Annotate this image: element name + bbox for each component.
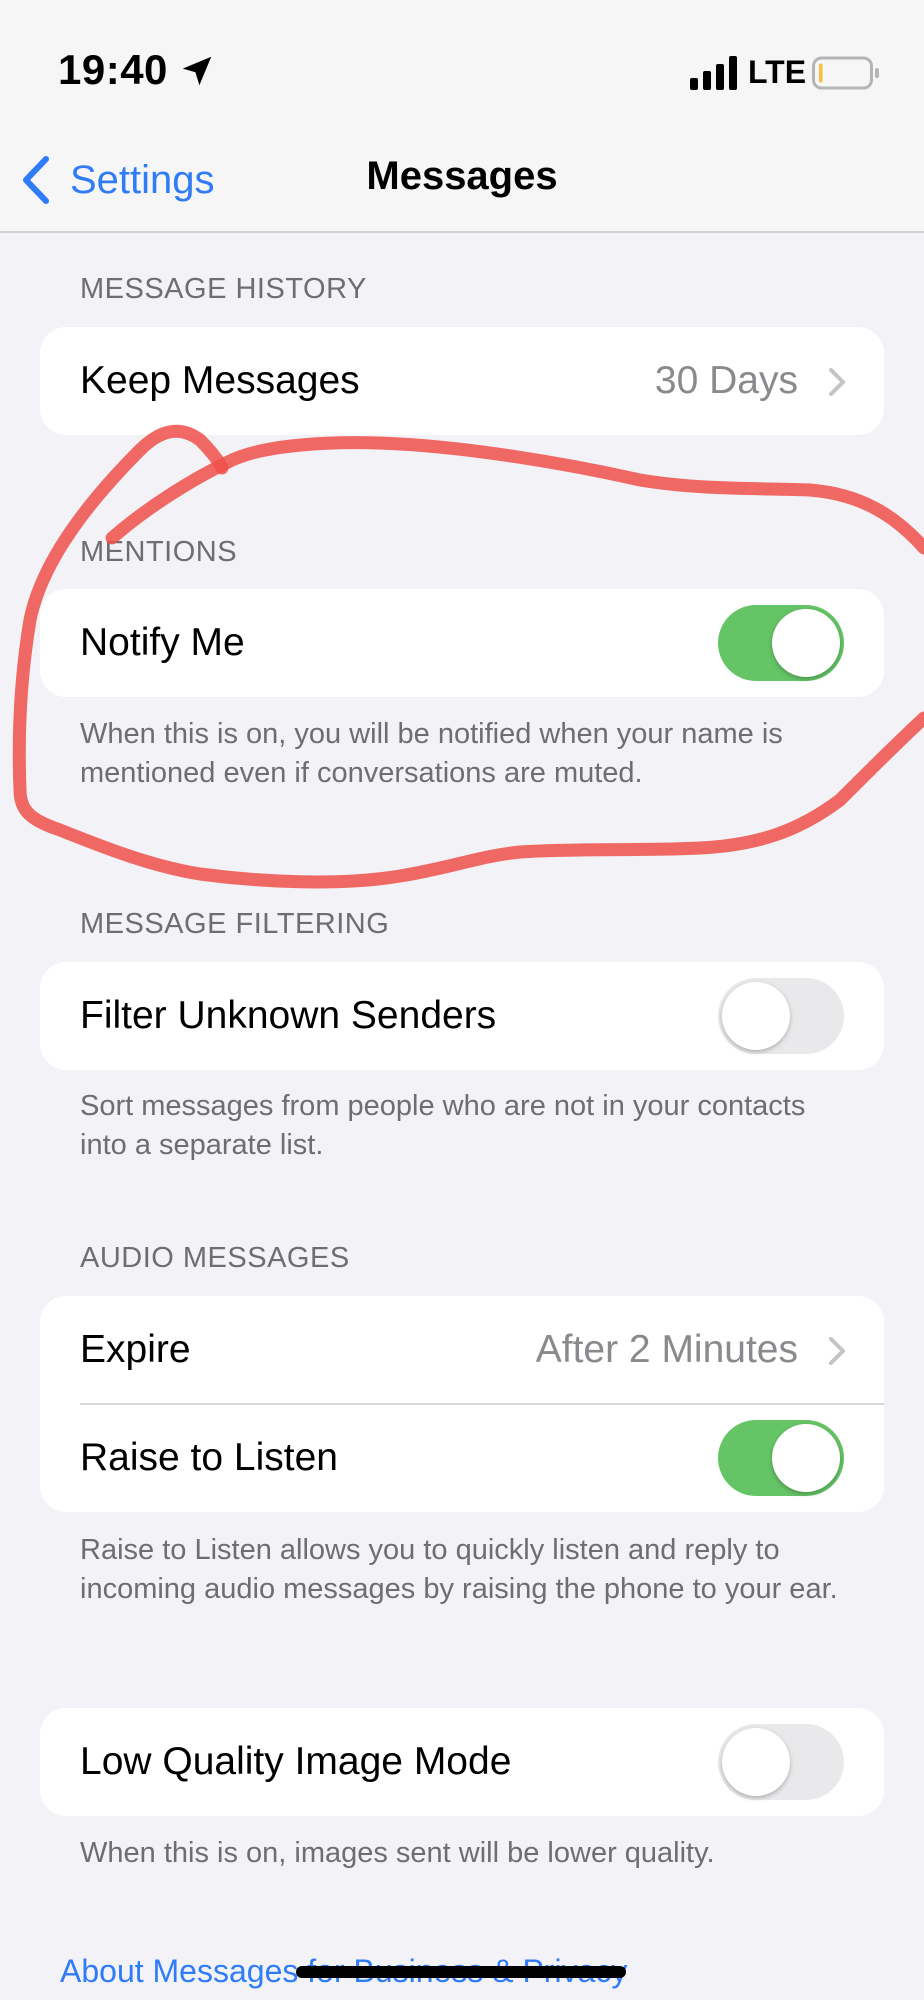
mentions-card: Notify Me (40, 589, 884, 697)
status-bar: 19:40 LTE (0, 0, 924, 130)
cellular-signal-icon (690, 56, 737, 90)
section-header-message-history: MESSAGE HISTORY (80, 273, 367, 305)
location-arrow-icon (182, 56, 212, 86)
audio-messages-card: Expire After 2 Minutes Raise to Listen (40, 1296, 884, 1512)
filter-unknown-senders-toggle[interactable] (718, 978, 844, 1054)
section-header-message-filtering: MESSAGE FILTERING (80, 908, 390, 940)
status-time: 19:40 (58, 46, 168, 93)
audio-messages-footer: Raise to Listen allows you to quickly li… (80, 1534, 838, 1605)
filter-unknown-senders-row: Filter Unknown Senders (40, 962, 884, 1070)
message-history-card: Keep Messages 30 Days (40, 327, 884, 435)
section-header-mentions: MENTIONS (80, 536, 238, 568)
notify-me-row: Notify Me (40, 589, 884, 697)
home-indicator (296, 1966, 626, 1978)
chevron-right-icon (829, 1337, 845, 1365)
battery-icon (812, 56, 879, 90)
toggle-knob (722, 1728, 790, 1796)
section-header-audio-messages: AUDIO MESSAGES (80, 1242, 350, 1274)
raise-to-listen-toggle[interactable] (718, 1420, 844, 1496)
message-filtering-footer: Sort messages from people who are not in… (80, 1090, 806, 1161)
notify-me-label: Notify Me (80, 621, 245, 664)
toggle-knob (772, 1424, 840, 1492)
raise-to-listen-row: Raise to Listen (40, 1404, 884, 1512)
expire-value: After 2 Minutes (535, 1328, 798, 1371)
expire-label: Expire (80, 1328, 191, 1371)
chevron-right-icon (829, 368, 845, 396)
network-type: LTE (748, 54, 807, 90)
toggle-knob (722, 982, 790, 1050)
toggle-knob (772, 609, 840, 677)
keep-messages-row[interactable]: Keep Messages 30 Days (40, 327, 884, 435)
low-quality-image-mode-toggle[interactable] (718, 1724, 844, 1800)
low-quality-image-mode-label: Low Quality Image Mode (80, 1740, 512, 1783)
page-title: Messages (366, 154, 558, 198)
message-filtering-card: Filter Unknown Senders (40, 962, 884, 1070)
expire-row[interactable]: Expire After 2 Minutes (40, 1296, 884, 1404)
notify-me-toggle[interactable] (718, 605, 844, 681)
low-quality-card: Low Quality Image Mode (40, 1708, 884, 1816)
low-quality-footer: When this is on, images sent will be low… (80, 1837, 715, 1869)
filter-unknown-senders-label: Filter Unknown Senders (80, 994, 497, 1037)
mentions-footer: When this is on, you will be notified wh… (80, 718, 783, 789)
keep-messages-label: Keep Messages (80, 359, 360, 402)
raise-to-listen-label: Raise to Listen (80, 1436, 338, 1479)
navigation-bar: Settings Messages (0, 130, 924, 233)
keep-messages-value: 30 Days (654, 359, 798, 402)
low-quality-image-mode-row: Low Quality Image Mode (40, 1708, 884, 1816)
